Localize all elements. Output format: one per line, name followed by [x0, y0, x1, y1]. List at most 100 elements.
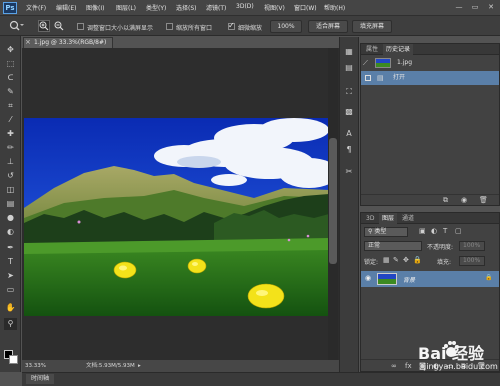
lock-all-icon[interactable]: 🔒 — [413, 256, 422, 264]
menu-type[interactable]: 类型(Y) — [146, 3, 166, 12]
path-select-icon[interactable]: ➤ — [4, 270, 17, 282]
menu-select[interactable]: 选择(S) — [176, 3, 197, 12]
marquee-icon[interactable]: ⬚ — [4, 58, 17, 70]
scrollbar-thumb[interactable] — [329, 138, 337, 264]
menu-edit[interactable]: 编辑(E) — [56, 3, 76, 12]
tab-timeline[interactable]: 时间轴 — [26, 374, 54, 384]
status-menu-arrow-icon[interactable]: ▸ — [138, 360, 141, 372]
minimize-button[interactable]: — — [452, 2, 466, 13]
baidu-jingyan-watermark: Bai 经验 jingyan.baidu.com — [410, 336, 500, 386]
hand-icon[interactable]: ✋ — [4, 302, 17, 314]
filter-adjustment-icon[interactable]: ◐ — [431, 227, 437, 235]
eraser-icon[interactable]: ◫ — [4, 184, 17, 196]
layer-thumbnail — [377, 273, 397, 285]
tab-properties[interactable]: 属性 — [363, 44, 381, 55]
zoom-tool-preset-icon[interactable] — [8, 20, 24, 32]
history-snapshot-row[interactable]: ⟋ 1.jpg — [361, 56, 499, 70]
tab-layers[interactable]: 图层 — [379, 213, 398, 224]
zoom-all-label: 缩放所有窗口 — [176, 25, 213, 32]
fill-field[interactable]: 100% — [459, 256, 485, 266]
properties-dock-icon[interactable]: ▤ — [343, 62, 355, 74]
lock-pixels-icon[interactable]: ✎ — [393, 256, 399, 264]
lasso-icon[interactable]: ᑕ — [4, 72, 17, 84]
tools-preset-dock-icon[interactable]: ✂ — [343, 166, 355, 178]
history-brush-source-icon[interactable]: ⟋ — [363, 56, 368, 70]
brush-icon[interactable]: ✏ — [4, 142, 17, 154]
history-brush-icon[interactable]: ↺ — [4, 170, 17, 182]
crop-icon[interactable]: ⌗ — [4, 100, 17, 112]
menu-filter[interactable]: 滤镜(T) — [206, 3, 226, 12]
move-icon[interactable]: ✥ — [4, 44, 17, 56]
paragraph-dock-icon[interactable]: ¶ — [343, 144, 355, 156]
dodge-icon[interactable]: ◐ — [4, 226, 17, 238]
tab-channels[interactable]: 通道 — [399, 213, 417, 224]
pen-icon[interactable]: ✒ — [4, 242, 17, 254]
fit-screen-button[interactable]: 适合屏幕 — [308, 20, 348, 33]
layer-name[interactable]: 背景 — [403, 275, 415, 284]
layer-filter-value: 类型 — [374, 228, 387, 235]
zoom-level[interactable]: 33.33% — [25, 360, 46, 372]
link-layers-icon[interactable]: ∞ — [391, 362, 397, 370]
rectangle-icon[interactable]: ▭ — [4, 284, 17, 296]
menu-3d[interactable]: 3D(D) — [236, 3, 254, 10]
history-step-row[interactable]: ▤ 打开 — [361, 71, 499, 85]
maximize-button[interactable]: ▭ — [468, 2, 482, 13]
visibility-eye-icon[interactable]: ◉ — [365, 274, 371, 282]
eyedropper-icon[interactable]: ⁄ — [4, 114, 17, 126]
document-tab[interactable]: 1.jpg @ 33.3%(RGB/8#) — [23, 37, 113, 48]
watermark-url: jingyan.baidu.com — [424, 362, 498, 371]
fill-screen-button[interactable]: 填充屏幕 — [352, 20, 392, 33]
menu-image[interactable]: 图像(I) — [86, 3, 104, 12]
resize-windows-checkbox[interactable] — [77, 23, 84, 30]
tab-3d[interactable]: 3D — [363, 213, 377, 224]
new-document-from-state-icon[interactable]: ⧉ — [443, 196, 448, 205]
menu-layer[interactable]: 图层(L) — [116, 3, 136, 12]
swatches-dock-icon[interactable]: ▩ — [343, 106, 355, 118]
history-step-label: 打开 — [393, 74, 406, 81]
close-app-button[interactable]: ✕ — [484, 2, 498, 13]
status-bar: 33.33% 文档:5.93M/5.93M ▸ — [22, 360, 340, 372]
snapshot-camera-icon[interactable]: ◉ — [461, 196, 467, 204]
clone-stamp-icon[interactable]: ⊥ — [4, 156, 17, 168]
resize-windows-label: 调整窗口大小以满屏显示 — [87, 25, 154, 32]
zoom-100-button[interactable]: 100% — [270, 20, 302, 33]
type-icon[interactable]: T — [4, 256, 17, 268]
adjustments-dock-icon[interactable]: ⛶ — [343, 86, 355, 98]
tab-history[interactable]: 历史记录 — [383, 44, 414, 55]
scrubby-zoom-label: 细微缩放 — [238, 25, 263, 32]
blur-icon[interactable]: ● — [4, 212, 17, 224]
character-dock-icon[interactable]: A — [343, 128, 355, 140]
zoom-in-icon[interactable] — [38, 20, 50, 32]
layer-filter-select[interactable]: ⚲ 类型 — [364, 227, 408, 237]
history-step-checkbox[interactable] — [365, 75, 371, 81]
scrubby-zoom-checkbox[interactable] — [228, 21, 235, 30]
menu-file[interactable]: 文件(F) — [26, 3, 46, 12]
document-image[interactable] — [24, 118, 329, 316]
history-dock-icon[interactable]: ▦ — [343, 46, 355, 58]
blend-mode-select[interactable]: 正常 — [364, 241, 422, 251]
filter-pixel-icon[interactable]: ▣ — [419, 227, 426, 235]
quick-select-icon[interactable]: ✎ — [4, 86, 17, 98]
menu-help[interactable]: 帮助(H) — [324, 3, 345, 12]
zoom-out-icon[interactable] — [54, 21, 66, 33]
history-panel-tabs: 属性 历史记录 — [361, 44, 499, 55]
document-info: 文档:5.93M/5.93M — [86, 363, 135, 369]
lock-label: 锁定: — [364, 259, 379, 266]
menu-view[interactable]: 视图(V) — [264, 3, 285, 12]
filter-type-icon[interactable]: T — [443, 227, 447, 235]
healing-icon[interactable]: ✚ — [4, 128, 17, 140]
snapshot-label: 1.jpg — [397, 59, 413, 66]
lock-transparency-icon[interactable]: ▦ — [383, 256, 390, 264]
delete-state-icon[interactable]: 🗑 — [479, 196, 488, 204]
gradient-icon[interactable]: ▤ — [4, 198, 17, 210]
filter-shape-icon[interactable]: ▢ — [455, 227, 462, 235]
history-panel: 属性 历史记录 ⟋ 1.jpg ▤ 打开 ⧉ ◉ 🗑 — [360, 43, 500, 206]
layer-row-background[interactable]: ◉ 背景 🔒 — [361, 271, 499, 287]
zoom-icon[interactable]: ⚲ — [4, 318, 17, 330]
document-close-icon[interactable]: × — [25, 38, 31, 46]
lock-position-icon[interactable]: ✥ — [403, 256, 409, 264]
menu-window[interactable]: 窗口(W) — [294, 3, 317, 12]
opacity-field[interactable]: 100% — [459, 241, 485, 251]
zoom-all-checkbox[interactable] — [166, 23, 173, 30]
background-color-swatch[interactable] — [9, 355, 18, 364]
